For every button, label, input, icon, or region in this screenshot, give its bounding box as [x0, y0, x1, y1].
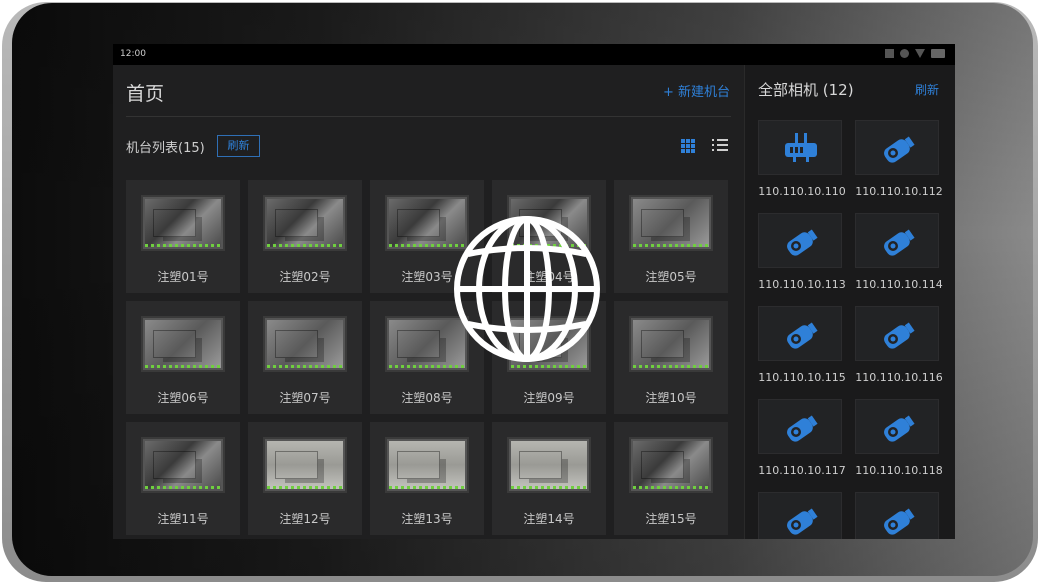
status-bar: 12:00 — [113, 44, 955, 65]
machine-name: 注塑09号 — [523, 391, 575, 405]
camera-item[interactable]: 110.110.10.112 — [855, 120, 943, 213]
machine-card[interactable]: 注塑02号 — [248, 180, 362, 293]
machine-thumbnail — [141, 316, 225, 372]
camera-ip-label: 110.110.10.117 — [758, 464, 846, 477]
camera-ip-label: 110.110.10.114 — [855, 278, 943, 291]
camera-item[interactable]: 110.110.10.115 — [758, 306, 846, 399]
camera-ip-label: 110.110.10.112 — [855, 185, 943, 198]
camera-ip-label: 110.110.10.113 — [758, 278, 846, 291]
machine-grid: 注塑01号 注塑02号 注塑03号 注塑04号 注塑05号 注塑06号 注塑07号 注塑08号… — [126, 180, 731, 535]
machine-name: 注塑10号 — [645, 391, 697, 405]
camera-item[interactable]: 110.110.10.118 — [855, 399, 943, 492]
camera-item[interactable] — [855, 492, 939, 539]
machine-name: 注塑06号 — [157, 391, 209, 405]
machine-name: 注塑14号 — [523, 512, 575, 526]
machine-name: 注塑13号 — [401, 512, 453, 526]
machine-name: 注塑12号 — [279, 512, 331, 526]
machine-name: 注塑05号 — [645, 270, 697, 284]
machine-name: 注塑08号 — [401, 391, 453, 405]
camera-ip-label: 110.110.10.110 — [758, 185, 846, 198]
camera-panel: 全部相机 (12) 刷新 110.110.10.110 110.110.10.11… — [744, 65, 955, 539]
machine-thumbnail — [263, 195, 347, 251]
camera-icon — [758, 306, 842, 361]
machine-thumbnail — [263, 437, 347, 493]
machine-card[interactable]: 注塑11号 — [126, 422, 240, 535]
status-icons — [885, 49, 945, 58]
machine-card[interactable]: 注塑01号 — [126, 180, 240, 293]
camera-grid: 110.110.10.110 110.110.10.112 110.110.10.1… — [758, 120, 943, 539]
machine-card[interactable]: 注塑06号 — [126, 301, 240, 414]
camera-item[interactable]: 110.110.10.114 — [855, 213, 943, 306]
machine-card[interactable]: 注塑05号 — [614, 180, 728, 293]
machine-list-refresh-button[interactable]: 刷新 — [217, 135, 260, 157]
globe-icon — [454, 216, 600, 362]
camera-item[interactable]: 110.110.10.113 — [758, 213, 846, 306]
grid-view-icon[interactable] — [681, 139, 695, 153]
page-title: 首页 — [126, 83, 165, 105]
camera-item[interactable] — [758, 492, 842, 539]
machine-thumbnail — [385, 437, 469, 493]
status-time: 12:00 — [120, 49, 146, 59]
camera-ip-label: 110.110.10.115 — [758, 371, 846, 384]
list-view-icon[interactable] — [712, 139, 728, 153]
machine-thumbnail — [629, 437, 713, 493]
camera-icon — [855, 213, 939, 268]
machine-list-title: 机台列表(15) — [126, 141, 205, 156]
machine-thumbnail — [141, 195, 225, 251]
camera-icon — [758, 399, 842, 454]
machine-card[interactable]: 注塑07号 — [248, 301, 362, 414]
machine-card[interactable]: 注塑14号 — [492, 422, 606, 535]
recent-apps-icon — [885, 49, 894, 58]
machine-card[interactable]: 注塑15号 — [614, 422, 728, 535]
machine-thumbnail — [141, 437, 225, 493]
battery-icon — [931, 49, 945, 58]
machine-thumbnail — [507, 437, 591, 493]
machine-thumbnail — [629, 316, 713, 372]
machine-card[interactable]: 注塑13号 — [370, 422, 484, 535]
main-panel: 首页 + 新建机台 机台列表(15) 刷新 注塑01号 注塑02号 注塑03号 注塑0… — [113, 65, 743, 539]
camera-panel-title: 全部相机 (12) — [758, 81, 854, 99]
home-icon — [900, 49, 909, 58]
machine-name: 注塑11号 — [157, 512, 209, 526]
camera-item[interactable]: 110.110.10.110 — [758, 120, 846, 213]
machine-thumbnail — [629, 195, 713, 251]
machine-name: 注塑15号 — [645, 512, 697, 526]
machine-name: 注塑07号 — [279, 391, 331, 405]
camera-item[interactable]: 110.110.10.117 — [758, 399, 846, 492]
new-machine-button[interactable]: + 新建机台 — [663, 81, 730, 100]
machine-card[interactable]: 注塑10号 — [614, 301, 728, 414]
wifi-icon — [915, 49, 925, 58]
machine-thumbnail — [263, 316, 347, 372]
camera-icon — [855, 306, 939, 361]
camera-icon — [855, 120, 939, 175]
machine-name: 注塑01号 — [157, 270, 209, 284]
camera-icon — [855, 492, 939, 539]
camera-icon — [855, 399, 939, 454]
machine-card[interactable]: 注塑12号 — [248, 422, 362, 535]
camera-refresh-button[interactable]: 刷新 — [915, 81, 939, 98]
header-divider — [126, 116, 731, 117]
camera-ip-label: 110.110.10.116 — [855, 371, 943, 384]
camera-item[interactable]: 110.110.10.116 — [855, 306, 943, 399]
camera-ip-label: 110.110.10.118 — [855, 464, 943, 477]
network-device-icon — [758, 120, 842, 175]
camera-icon — [758, 492, 842, 539]
camera-icon — [758, 213, 842, 268]
machine-name: 注塑02号 — [279, 270, 331, 284]
